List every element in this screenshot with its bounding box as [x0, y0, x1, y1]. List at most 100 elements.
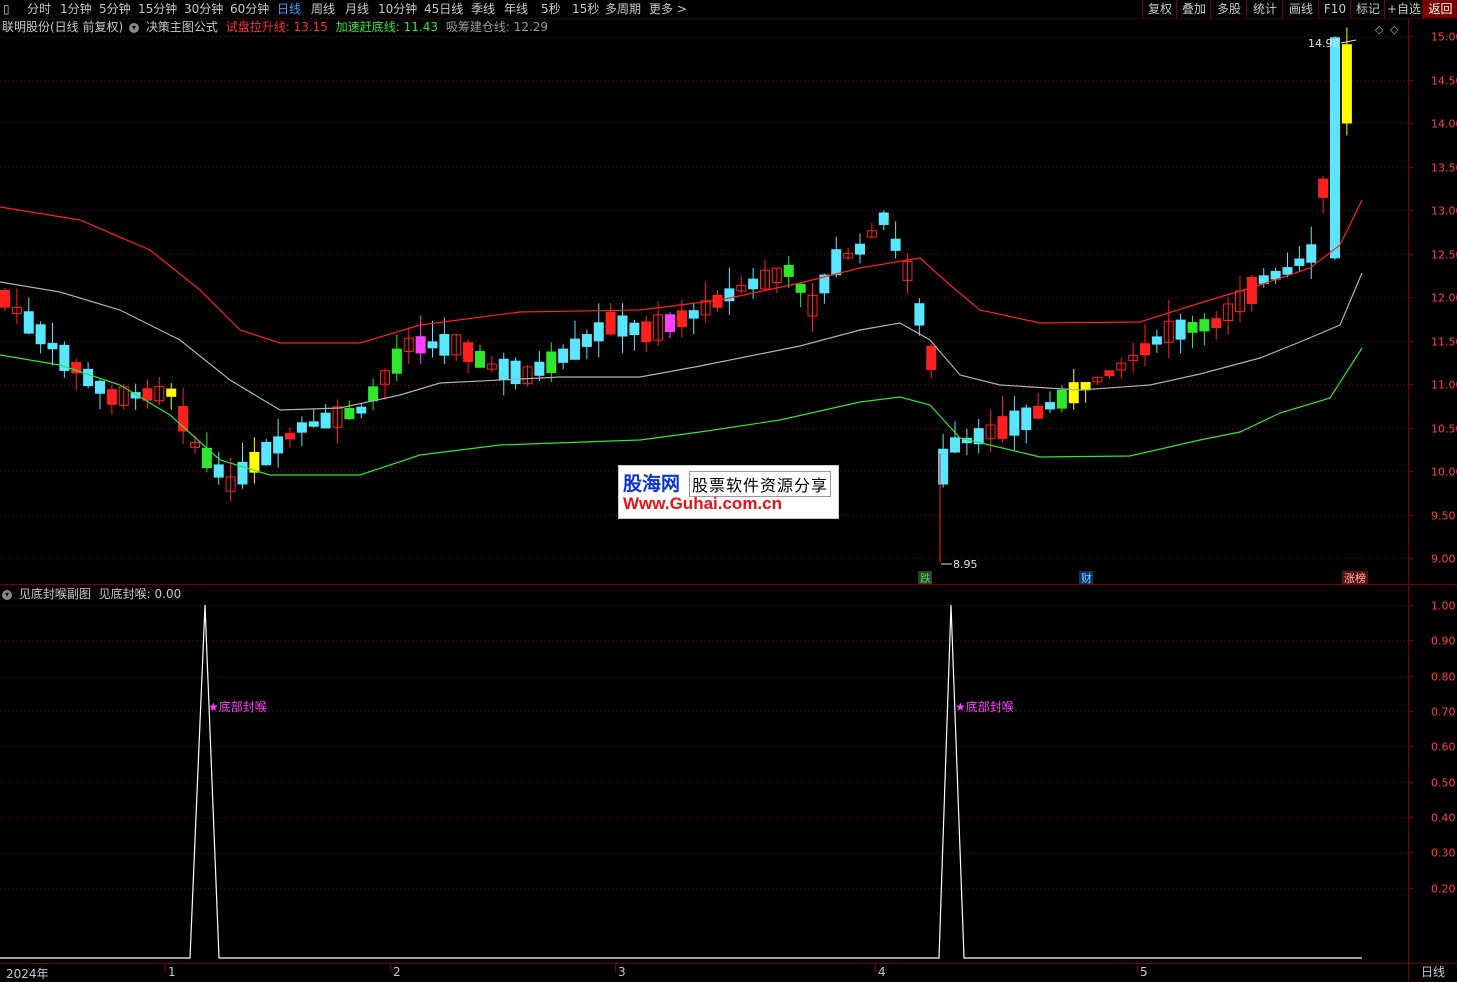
candle-body	[166, 388, 177, 397]
candle-body	[676, 310, 687, 328]
time-axis-label: 2	[393, 965, 401, 979]
low-price-label: 8.95	[953, 558, 978, 571]
candle-body	[391, 348, 402, 374]
candle-body	[783, 264, 794, 277]
candle-body	[1021, 407, 1032, 431]
candle-body	[1294, 258, 1305, 266]
candle-body	[534, 361, 545, 376]
signal-line	[0, 604, 1362, 959]
candle-body	[1282, 267, 1293, 275]
candle-body	[95, 380, 105, 394]
price-axis-label: 11.50	[1431, 336, 1457, 349]
event-marker-zhangting: 涨榜	[1344, 571, 1366, 585]
candle-body	[605, 311, 616, 335]
candle-body	[831, 249, 842, 276]
candle-body	[593, 322, 604, 342]
time-axis-tick	[875, 964, 876, 972]
candle-body	[641, 321, 652, 343]
price-axis-label: 12.50	[1431, 249, 1457, 262]
candle-body	[570, 338, 580, 360]
candle-body	[1045, 402, 1055, 410]
price-axis-label: 13.00	[1431, 205, 1457, 218]
candle-body	[273, 436, 284, 454]
candle-body	[475, 350, 485, 368]
price-axis-label: 11.00	[1431, 379, 1457, 392]
candle-body	[1187, 322, 1198, 333]
price-axis-label: 14.00	[1431, 118, 1457, 131]
candle-body	[795, 283, 806, 293]
signal-label: ★底部封喉	[955, 699, 1014, 714]
candle-body	[498, 358, 509, 381]
candle-body	[23, 311, 34, 334]
candle-body	[950, 437, 960, 453]
diamond-icon: ◇	[1390, 23, 1399, 36]
candle-body	[356, 406, 367, 414]
sub-axis-label: 0.30	[1431, 847, 1456, 860]
candle-body	[1341, 44, 1352, 124]
diamond-icon: ◇	[1375, 23, 1384, 36]
candle-body	[546, 351, 557, 373]
sub-axis-label: 0.40	[1431, 812, 1456, 825]
candle-body	[261, 441, 272, 466]
candle-body	[1140, 343, 1150, 356]
price-axis-label: 15.00	[1431, 31, 1457, 44]
sub-axis-label: 0.80	[1431, 671, 1456, 684]
candle-body	[688, 310, 699, 319]
price-axis-label: 13.50	[1431, 162, 1457, 175]
high-price-label: 14.98	[1308, 37, 1340, 50]
candle-body	[890, 238, 901, 251]
time-axis-tick	[1137, 964, 1138, 972]
time-axis-label: 4	[878, 965, 886, 979]
candle-body	[344, 407, 355, 420]
time-axis-label: 1	[168, 965, 176, 979]
candle-body	[213, 464, 224, 478]
candle-body	[748, 278, 759, 290]
candle-body	[1009, 410, 1020, 436]
candle-body	[1080, 382, 1091, 391]
candle-body	[581, 334, 592, 347]
candle-body	[997, 416, 1008, 439]
candle-body	[35, 324, 46, 345]
candle-body	[320, 412, 331, 429]
signal-label: ★底部封喉	[208, 699, 267, 714]
time-axis-label: 5	[1140, 965, 1148, 979]
time-axis-tick	[390, 964, 391, 972]
candle-body	[1270, 270, 1281, 280]
candle-body	[0, 289, 10, 308]
sub-axis-label: 1.00	[1431, 600, 1456, 613]
candle-body	[106, 389, 117, 405]
candle-body	[617, 315, 628, 337]
candle-body	[130, 392, 141, 399]
price-axis-label: 10.50	[1431, 423, 1457, 436]
candle-body	[1199, 319, 1210, 332]
candle-body	[463, 342, 474, 362]
candle-body	[285, 432, 295, 440]
time-axis-label: 2024年	[6, 967, 49, 981]
candle-body	[558, 348, 569, 363]
candle-body	[1306, 244, 1317, 263]
candle-body	[1211, 318, 1222, 329]
candle-body	[510, 360, 521, 385]
candle-body	[415, 336, 426, 354]
period-indicator[interactable]: 日线	[1408, 964, 1457, 981]
price-axis-label: 10.00	[1431, 466, 1457, 479]
time-axis-tick	[615, 964, 616, 972]
candle-body	[427, 341, 438, 349]
candle-body	[308, 421, 319, 427]
candle-body	[1033, 405, 1044, 419]
candle-body	[712, 294, 723, 308]
candle-body	[368, 386, 379, 402]
candle-body	[665, 314, 675, 332]
candle-body	[878, 212, 889, 225]
candle-body	[83, 368, 94, 387]
candle-body	[1104, 370, 1115, 376]
candle-body	[439, 334, 450, 356]
candle-body	[1056, 389, 1067, 409]
time-axis: 2024年 1 2 3 4 5 日线	[0, 963, 1457, 981]
candle-body	[914, 303, 925, 326]
watermark-url: Www.Guhai.com.cn	[623, 494, 782, 513]
event-marker-cai: 财	[1081, 571, 1092, 585]
candle-body	[926, 345, 937, 370]
candle-body	[855, 243, 865, 255]
watermark-brand: 股海网	[623, 473, 681, 495]
